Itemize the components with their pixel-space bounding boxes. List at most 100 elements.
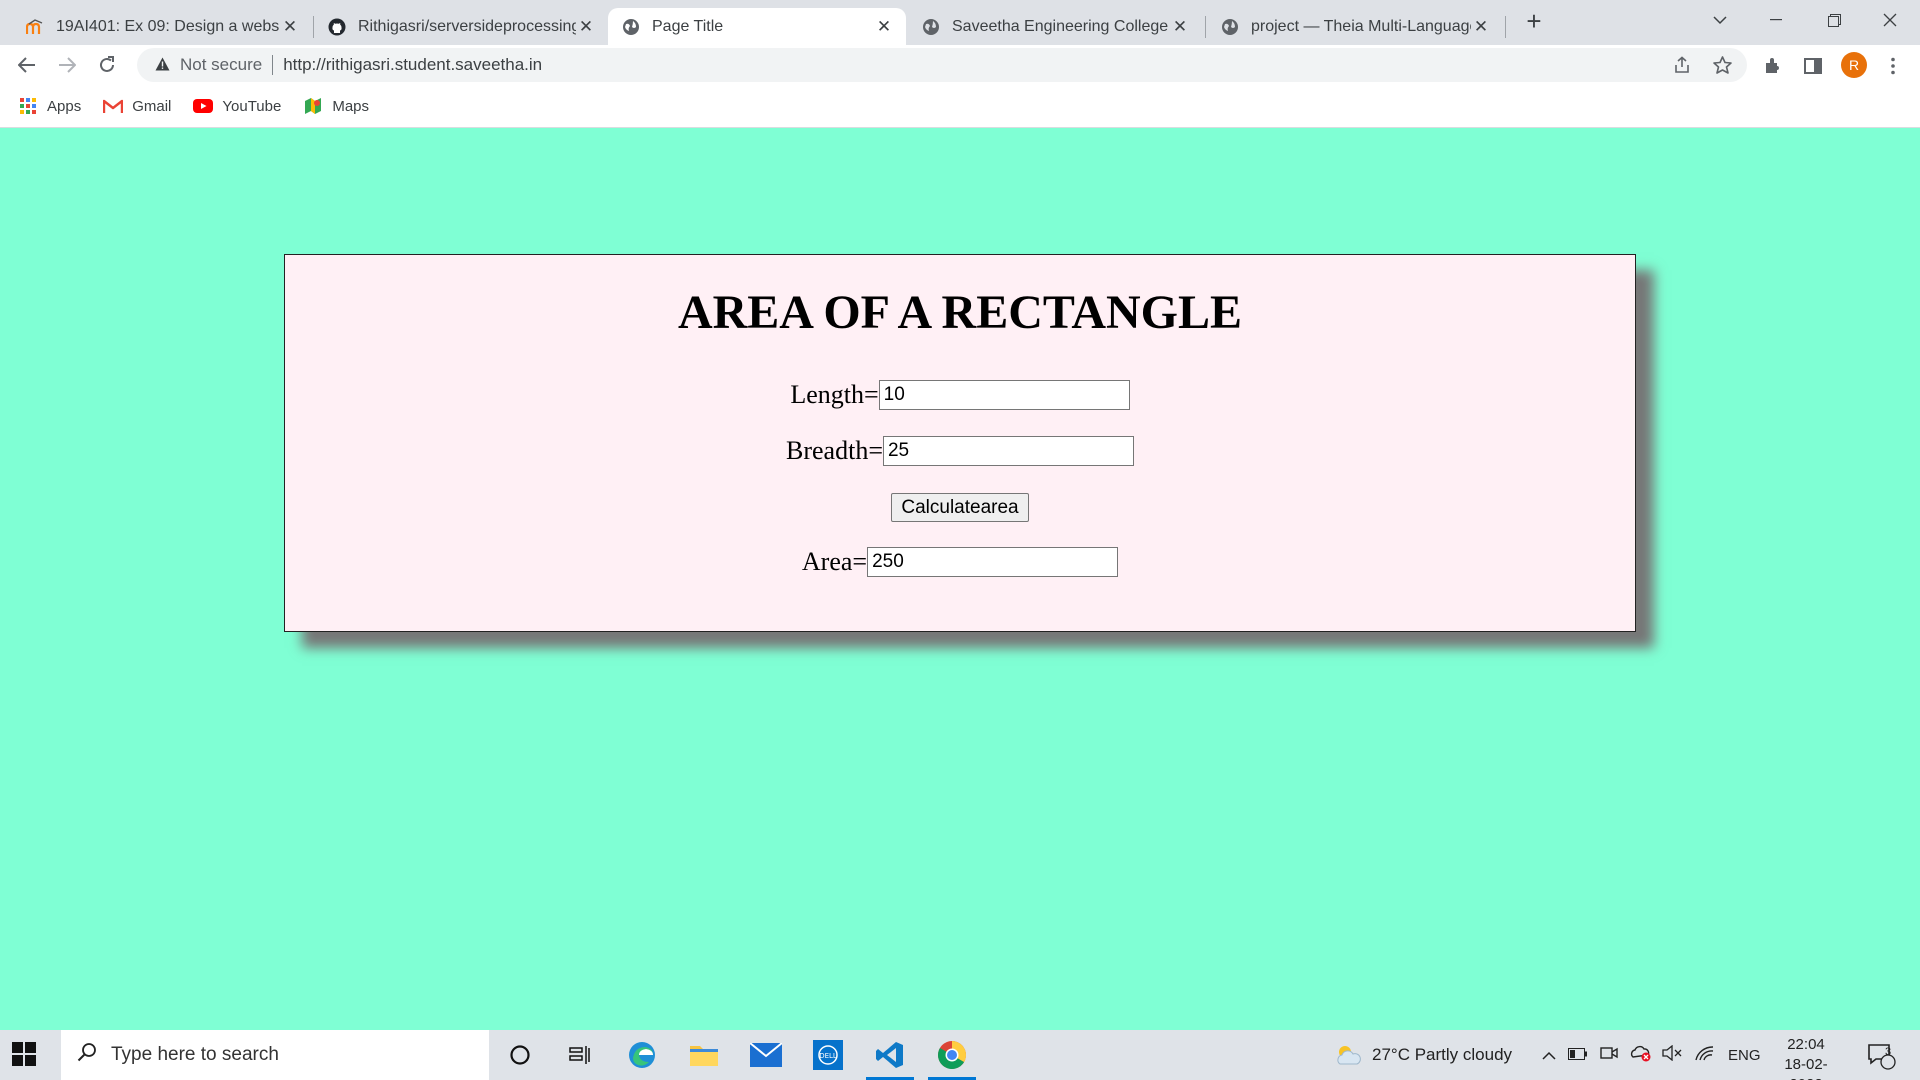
close-icon[interactable]: ✕ xyxy=(1170,17,1190,37)
bookmark-apps[interactable]: Apps xyxy=(18,97,81,115)
language-indicator[interactable]: ENG xyxy=(1728,1047,1761,1064)
close-icon[interactable]: ✕ xyxy=(874,17,894,37)
length-row: Length= xyxy=(285,380,1635,410)
globe-icon xyxy=(1221,18,1239,36)
apps-grid-icon xyxy=(18,97,38,115)
maps-icon xyxy=(303,97,323,115)
taskbar-vscode[interactable] xyxy=(862,1030,918,1080)
globe-icon xyxy=(922,18,940,36)
address-divider xyxy=(272,55,274,75)
area-output[interactable] xyxy=(867,547,1119,577)
tab-page-title[interactable]: Page Title ✕ xyxy=(608,8,906,45)
restore-icon xyxy=(1827,13,1841,27)
close-window-button[interactable] xyxy=(1862,0,1918,40)
close-icon[interactable]: ✕ xyxy=(1471,17,1491,37)
bookmarks-bar: Apps Gmail YouTube Maps xyxy=(0,85,1920,128)
tab-title: Page Title xyxy=(652,17,724,35)
taskbar-chrome[interactable] xyxy=(924,1030,980,1080)
edge-icon xyxy=(629,1042,655,1068)
tab-theia[interactable]: project — Theia Multi-Language ✕ xyxy=(1207,8,1503,45)
bookmark-youtube[interactable]: YouTube xyxy=(193,97,281,115)
minimize-button[interactable] xyxy=(1748,0,1804,40)
warning-icon[interactable] xyxy=(155,57,170,74)
page-viewport: AREA OF A RECTANGLE Length= Breadth= Cal… xyxy=(0,128,1920,1030)
onedrive-error-icon[interactable] xyxy=(1630,1044,1652,1067)
menu-dots-icon[interactable] xyxy=(1880,53,1906,79)
tab-github[interactable]: Rithigasri/serversideprocessing ✕ xyxy=(314,8,608,45)
bookmark-label: Apps xyxy=(47,97,82,115)
reload-button[interactable] xyxy=(93,51,121,79)
breadth-row: Breadth= xyxy=(285,436,1635,466)
new-tab-button[interactable]: + xyxy=(1520,8,1548,36)
calculator-card: AREA OF A RECTANGLE Length= Breadth= Cal… xyxy=(284,254,1636,632)
page-heading: AREA OF A RECTANGLE xyxy=(677,286,1243,339)
svg-text:DELL: DELL xyxy=(819,1052,837,1060)
taskbar-file-explorer[interactable] xyxy=(676,1030,732,1080)
tab-title: Rithigasri/serversideprocessing xyxy=(358,17,576,35)
taskbar-search-box[interactable]: Type here to search xyxy=(61,1030,489,1080)
task-view-button[interactable] xyxy=(552,1030,608,1080)
clock-date: 18-02-2022 xyxy=(1784,1056,1828,1080)
bookmark-star-icon[interactable] xyxy=(1710,53,1734,77)
length-label: Length= xyxy=(790,380,879,409)
tab-saveetha[interactable]: Saveetha Engineering College ✕ xyxy=(908,8,1202,45)
vscode-icon xyxy=(876,1042,903,1068)
arrow-left-icon xyxy=(18,57,35,73)
side-panel-icon[interactable] xyxy=(1800,53,1826,79)
cortana-button[interactable] xyxy=(492,1030,548,1080)
taskbar-edge[interactable] xyxy=(614,1030,670,1080)
tab-divider xyxy=(1205,16,1206,38)
reload-icon xyxy=(100,56,114,72)
tab-moodle[interactable]: 19AI401: Ex 09: Design a website ✕ xyxy=(12,8,312,45)
chrome-icon xyxy=(938,1041,966,1069)
tab-strip: 19AI401: Ex 09: Design a website ✕ Rithi… xyxy=(0,0,1920,45)
speaker-muted-icon[interactable] xyxy=(1662,1044,1682,1066)
profile-avatar[interactable]: R xyxy=(1841,52,1867,78)
weather-text: 27°C Partly cloudy xyxy=(1372,1045,1513,1064)
extensions-icon[interactable] xyxy=(1760,53,1786,79)
wifi-icon[interactable] xyxy=(1694,1045,1714,1066)
url-text[interactable]: http://rithigasri.student.saveetha.in xyxy=(283,55,542,75)
system-clock[interactable]: 22:04 18-02-2022 xyxy=(1768,1035,1844,1080)
arrow-right-icon xyxy=(59,57,76,73)
length-input[interactable] xyxy=(878,380,1130,410)
meet-now-icon[interactable] xyxy=(1600,1045,1618,1066)
security-label[interactable]: Not secure xyxy=(180,55,262,75)
chevron-up-icon[interactable] xyxy=(1542,1045,1556,1065)
battery-icon[interactable] xyxy=(1568,1045,1588,1065)
weather-widget[interactable]: 27°C Partly cloudy xyxy=(1334,1030,1512,1080)
windows-logo-icon xyxy=(12,1042,36,1066)
breadth-input[interactable] xyxy=(882,436,1134,466)
tab-divider xyxy=(1505,16,1506,38)
cortana-icon xyxy=(510,1045,530,1065)
system-tray: ENG xyxy=(1542,1030,1761,1080)
calculate-area-button[interactable]: Calculatearea xyxy=(891,493,1029,522)
windows-taskbar: Type here to search DELL 27°C Partly clo… xyxy=(0,1030,1920,1080)
partly-cloudy-icon xyxy=(1337,1046,1361,1065)
taskbar-mail[interactable] xyxy=(738,1030,794,1080)
address-bar[interactable]: Not secure http://rithigasri.student.sav… xyxy=(137,48,1747,82)
chevron-down-icon xyxy=(1713,15,1727,24)
moodle-icon xyxy=(26,18,44,36)
bookmark-label: Maps xyxy=(332,97,370,115)
forward-button[interactable] xyxy=(53,51,81,79)
tab-title: 19AI401: Ex 09: Design a website xyxy=(56,17,280,35)
bookmark-label: Gmail xyxy=(132,97,172,115)
back-button[interactable] xyxy=(13,51,41,79)
clock-time: 22:04 xyxy=(1787,1036,1825,1053)
close-icon[interactable]: ✕ xyxy=(576,17,596,37)
close-icon xyxy=(1883,13,1897,27)
restore-button[interactable] xyxy=(1806,0,1862,40)
notification-center-button[interactable]: 3 xyxy=(1866,1030,1896,1080)
tab-title: project — Theia Multi-Language xyxy=(1251,17,1471,35)
taskbar-dell-app[interactable]: DELL xyxy=(800,1030,856,1080)
bookmark-gmail[interactable]: Gmail xyxy=(103,97,171,115)
tab-search-button[interactable] xyxy=(1692,0,1748,40)
github-icon xyxy=(328,18,346,36)
task-view-icon xyxy=(569,1046,590,1064)
bookmark-maps[interactable]: Maps xyxy=(303,97,369,115)
share-icon[interactable] xyxy=(1670,53,1694,77)
close-icon[interactable]: ✕ xyxy=(280,17,300,37)
windows-start-button[interactable] xyxy=(12,1042,38,1068)
folder-icon xyxy=(690,1046,718,1066)
